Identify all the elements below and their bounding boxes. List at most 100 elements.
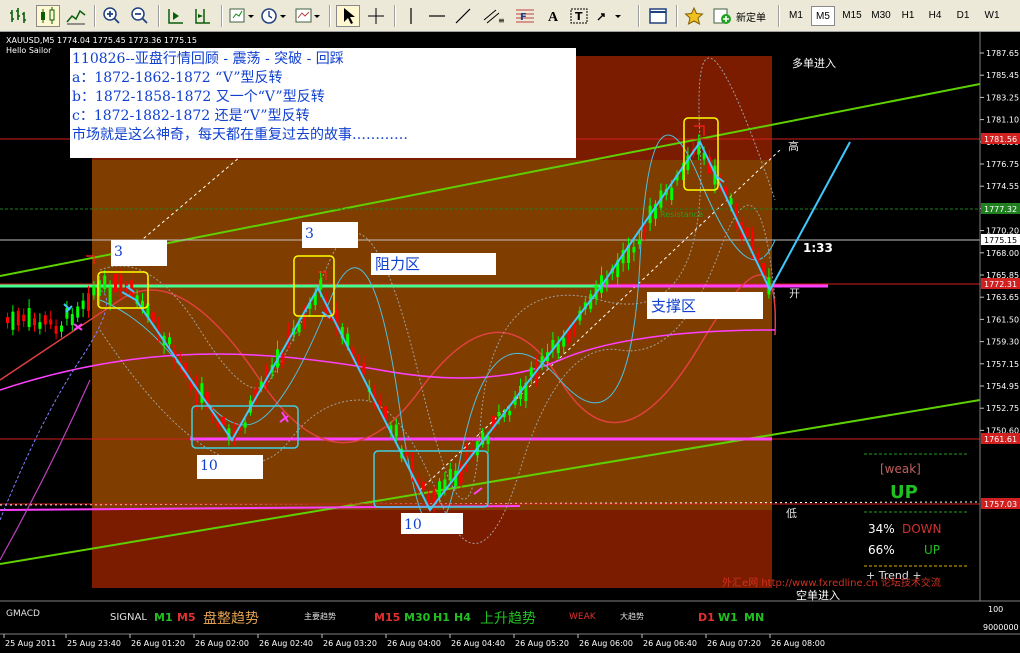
timeframe-m30[interactable]: M30 (867, 6, 895, 26)
candle-body (49, 319, 53, 325)
new-order-icon[interactable] (710, 5, 734, 27)
text-label-icon[interactable]: T (568, 5, 590, 27)
candle-body (394, 424, 398, 437)
zoom-out-icon[interactable] (128, 5, 152, 27)
window-icon[interactable] (646, 5, 670, 27)
candle-body (87, 293, 90, 311)
indicator-weak: WEAK (569, 612, 597, 622)
title-line-4: c：1872-1882-1872 还是“V”型反转 (72, 108, 310, 124)
candle-body (643, 226, 647, 233)
timeframe-m1[interactable]: M1 (784, 6, 808, 26)
indicator-tf-m15: M15 (374, 611, 400, 624)
svg-text:≡: ≡ (498, 16, 505, 25)
timeframe-d1[interactable]: D1 (951, 6, 975, 26)
timeframe-m5[interactable]: M5 (811, 6, 835, 26)
time-axis-label: 26 Aug 04:00 (387, 639, 441, 648)
candle-body (486, 436, 490, 445)
candle-body (168, 337, 171, 345)
fibonacci-icon[interactable]: F (512, 5, 538, 27)
candle-body (11, 311, 15, 330)
indicator-tf-w1: W1 (718, 611, 738, 624)
title-line-1: 110826--亚盘行情回顾 - 震荡 - 突破 - 回踩 (72, 50, 344, 67)
indicator-tf-m5: M5 (177, 611, 196, 624)
timeframe-h4[interactable]: H4 (923, 6, 947, 26)
open-label: 开 (789, 287, 800, 300)
text-tool-icon[interactable]: A (542, 5, 564, 27)
candlestick-button[interactable] (36, 5, 60, 27)
indicator-tf-d1: D1 (698, 611, 715, 624)
candle-body (637, 239, 641, 245)
price-axis-label: 1781.10 (986, 116, 1019, 125)
indicator-consolidation: 盘整趋势 (203, 610, 259, 627)
candle-body (27, 308, 31, 328)
candle-body (151, 312, 155, 323)
price-tag-bottom: 1757.03 (984, 500, 1017, 509)
candle-body (195, 381, 198, 402)
trendline-icon[interactable] (452, 5, 474, 27)
price-tag-resistance: 1777.32 (984, 205, 1017, 214)
expert-advisors-icon[interactable] (682, 5, 706, 27)
time-axis-label: 26 Aug 02:40 (259, 639, 313, 648)
svg-text:T: T (575, 10, 583, 23)
templates-icon[interactable] (293, 5, 323, 27)
wave-label-10-a: 10 (200, 458, 218, 474)
price-chart[interactable]: 1787.651785.451783.251781.101778.901776.… (0, 32, 1020, 653)
resistance-zone-label: 阻力区 (375, 255, 420, 273)
indicator-tf-h4: H4 (454, 611, 471, 624)
candle-body (632, 246, 636, 253)
price-axis-label: 1754.95 (986, 382, 1019, 391)
low-label: 低 (786, 507, 797, 520)
arrows-icon[interactable] (594, 5, 624, 27)
new-order-button[interactable]: 新定单 (736, 9, 766, 24)
support-zone-label: 支撑区 (651, 297, 696, 315)
timeframe-w1[interactable]: W1 (979, 6, 1005, 26)
zoom-in-icon[interactable] (100, 5, 124, 27)
high-label: 高 (788, 139, 799, 153)
candle-body (573, 325, 576, 332)
indicator-axis-bottom: 9000000 (983, 623, 1019, 632)
time-axis-label: 26 Aug 01:20 (131, 639, 185, 648)
bar-chart-button[interactable] (6, 5, 30, 27)
candle-body (43, 315, 47, 325)
candle-body (119, 275, 123, 291)
indicator-big-trend: 大趋势 (620, 611, 644, 621)
periods-clock-icon[interactable] (259, 5, 289, 27)
watermark: 外汇e网 http://www.fxredline.cn 论坛技术交流 (722, 576, 941, 589)
horizontal-line-icon[interactable] (426, 5, 448, 27)
strength-weak-label: [weak] (880, 462, 921, 476)
mt4-window: ≡ F A T 新定单 M1 M5 M15 M30 H1 H4 D1 W1 17… (0, 0, 1020, 653)
time-axis-label: 26 Aug 08:00 (771, 639, 825, 648)
price-axis-label: 1787.65 (986, 49, 1019, 58)
indicator-tf-mn: MN (744, 611, 764, 624)
timeframe-m15[interactable]: M15 (838, 6, 866, 26)
candle-body (38, 322, 42, 329)
down-word: DOWN (902, 522, 942, 536)
candle-body (92, 286, 96, 296)
candle-body (508, 410, 512, 416)
candle-body (319, 279, 323, 290)
equidistant-channel-icon[interactable]: ≡ (480, 5, 510, 27)
svg-text:A: A (548, 10, 559, 25)
chart-shift-icon[interactable] (191, 5, 215, 27)
candle-body (16, 310, 20, 326)
up-word: UP (924, 543, 940, 557)
auto-scroll-icon[interactable] (164, 5, 188, 27)
indicators-icon[interactable] (227, 5, 257, 27)
candle-body (243, 422, 247, 428)
time-axis-label: 25 Aug 23:40 (67, 639, 121, 648)
candle-body (281, 353, 285, 365)
candle-body (81, 300, 85, 309)
candle-body (745, 227, 749, 237)
price-axis-label: 1752.75 (986, 404, 1019, 413)
vertical-line-icon[interactable] (400, 5, 422, 27)
line-chart-button[interactable] (64, 5, 88, 27)
price-tag-current: 1775.15 (984, 236, 1017, 245)
time-axis-label: 25 Aug 2011 (5, 639, 56, 648)
crosshair-icon[interactable] (364, 5, 388, 27)
cursor-arrow-icon[interactable] (336, 5, 360, 27)
direction-up-label: UP (890, 482, 918, 503)
time-axis-label: 26 Aug 05:20 (515, 639, 569, 648)
price-axis-label: 1763.65 (986, 293, 1019, 302)
resistance-tag: Resistance (660, 210, 703, 219)
timeframe-h1[interactable]: H1 (896, 6, 920, 26)
